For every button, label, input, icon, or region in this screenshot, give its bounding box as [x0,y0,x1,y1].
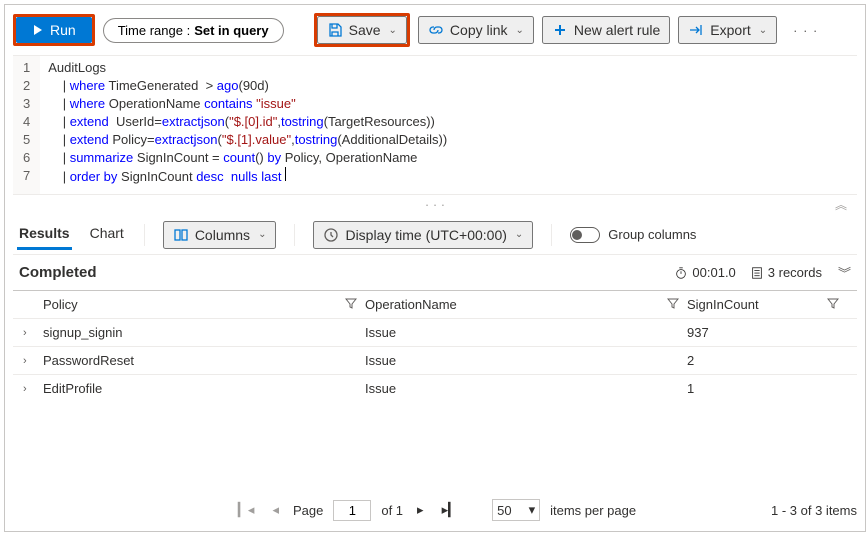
display-time-label: Display time (UTC+00:00) [345,227,506,243]
time-range-prefix: Time range : [118,23,191,38]
table-row[interactable]: › PasswordReset Issue 2 [13,346,857,374]
expand-row-icon[interactable]: › [23,355,43,367]
col-count[interactable]: SignInCount [687,297,827,312]
chevron-down-icon: ⌄ [516,25,524,36]
clock-icon [323,227,339,243]
chevron-down-icon: ⌄ [389,25,397,36]
cell-count: 937 [687,325,827,340]
tab-chart[interactable]: Chart [88,219,126,250]
columns-button[interactable]: Columns ⌄ [163,221,277,249]
prev-page-button[interactable]: ◂ [268,500,283,520]
export-icon [688,22,704,38]
page-label: Page [293,503,323,518]
results-tabs: Results Chart [17,219,126,250]
code-area[interactable]: AuditLogs | where TimeGenerated > ago(90… [40,56,455,194]
divider [144,224,145,246]
expand-down-icon[interactable]: ︾ [838,263,851,282]
display-time-button[interactable]: Display time (UTC+00:00) ⌄ [313,221,533,249]
status-row: Completed 00:01.0 3 records ︾ [13,255,857,290]
time-range-value: Set in query [194,23,268,38]
cell-policy: signup_signin [43,325,345,340]
run-highlight: Run [13,14,95,46]
cell-policy: EditProfile [43,381,345,396]
time-range-button[interactable]: Time range : Set in query [103,18,284,43]
page-size-select[interactable]: 50 ▾ [492,499,540,521]
pager: ▎◂ ◂ Page of 1 ▸ ▸▎ 50 ▾ items per page … [13,499,857,521]
save-highlight: Save ⌄ [314,13,410,47]
cell-count: 2 [687,353,827,368]
page-size-value: 50 [497,503,511,518]
plus-icon [552,22,568,38]
duration-value: 00:01.0 [692,265,735,280]
line-gutter: 1234567 [13,56,40,194]
run-button[interactable]: Run [16,17,92,43]
cell-operation: Issue [365,353,667,368]
collapse-up-icon[interactable]: ︽ [835,196,847,213]
status-text: Completed [19,264,97,281]
new-alert-rule-button[interactable]: New alert rule [542,16,670,44]
columns-label: Columns [195,227,250,243]
chevron-down-icon: ⌄ [258,229,266,240]
caret-down-icon: ▾ [529,502,536,518]
save-icon [327,22,343,38]
expand-row-icon[interactable]: › [23,383,43,395]
copy-link-label: Copy link [450,22,508,38]
app-frame: Run Time range : Set in query Save ⌄ Cop… [4,4,866,532]
group-columns-toggle[interactable] [570,227,600,243]
columns-icon [173,227,189,243]
results-bar: Results Chart Columns ⌄ Display time (UT… [13,213,857,255]
query-editor[interactable]: 1234567 AuditLogs | where TimeGenerated … [13,55,857,195]
new-alert-label: New alert rule [574,22,660,38]
group-columns-label: Group columns [608,227,696,242]
save-button[interactable]: Save ⌄ [317,16,407,44]
toolbar: Run Time range : Set in query Save ⌄ Cop… [13,11,857,55]
filter-icon[interactable] [345,297,365,312]
cell-count: 1 [687,381,827,396]
copy-link-button[interactable]: Copy link ⌄ [418,16,534,44]
filter-icon[interactable] [667,297,687,312]
run-label: Run [50,22,76,38]
tab-results[interactable]: Results [17,219,72,250]
results-grid: Policy OperationName SignInCount › signu… [13,290,857,402]
link-icon [428,22,444,38]
page-range: 1 - 3 of 3 items [771,503,857,518]
table-row[interactable]: › EditProfile Issue 1 [13,374,857,402]
last-page-button[interactable]: ▸▎ [438,500,463,520]
more-actions-button[interactable]: · · · [785,19,826,42]
col-operation[interactable]: OperationName [365,297,667,312]
export-label: Export [710,22,750,38]
records-icon [750,266,764,280]
cell-policy: PasswordReset [43,353,345,368]
expand-row-icon[interactable]: › [23,327,43,339]
col-policy[interactable]: Policy [43,297,345,312]
export-button[interactable]: Export ⌄ [678,16,777,44]
items-per-page-label: items per page [550,503,636,518]
chevron-down-icon: ⌄ [759,25,767,36]
of-pages: of 1 [381,503,403,518]
cell-operation: Issue [365,381,667,396]
splitter[interactable]: · · · ︽ [13,195,857,213]
divider [551,224,552,246]
divider [294,224,295,246]
page-input[interactable] [333,500,371,521]
play-icon [32,24,44,36]
table-row[interactable]: › signup_signin Issue 937 [13,318,857,346]
chevron-down-icon: ⌄ [515,229,523,240]
cell-operation: Issue [365,325,667,340]
grid-header: Policy OperationName SignInCount [13,290,857,318]
save-label: Save [349,22,381,38]
drag-handle-icon[interactable]: · · · [425,197,445,212]
first-page-button[interactable]: ▎◂ [234,500,259,520]
stopwatch-icon [674,266,688,280]
next-page-button[interactable]: ▸ [413,500,428,520]
records-value: 3 records [768,265,822,280]
filter-icon[interactable] [827,297,847,312]
